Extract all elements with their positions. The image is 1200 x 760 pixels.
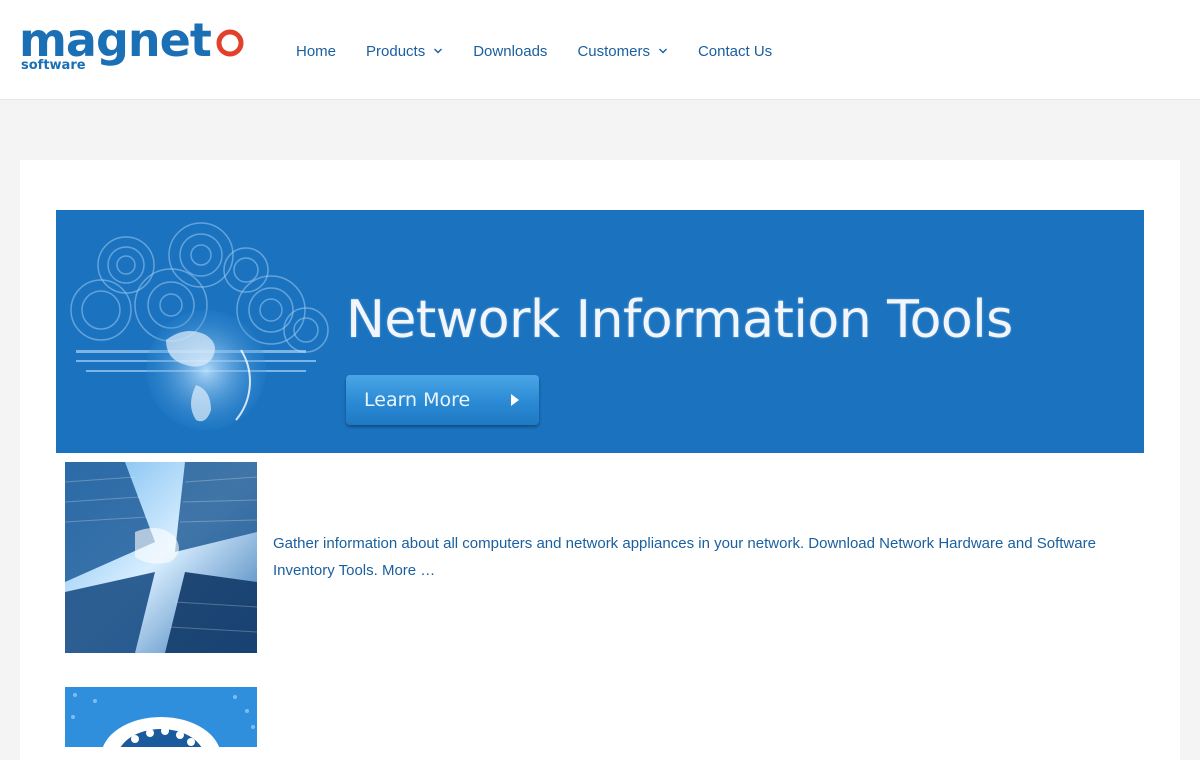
nav-item-products[interactable]: Products — [366, 43, 443, 60]
circuit-brain-icon — [65, 687, 257, 747]
chevron-down-icon — [658, 48, 667, 54]
nav-item-label: Contact Us — [697, 42, 773, 60]
nav-item-home[interactable]: Home — [296, 43, 336, 60]
feature-description: Gather information about all computers a… — [273, 530, 1133, 584]
hero-banner[interactable]: Network Information Tools Learn More — [56, 210, 1144, 453]
logo-subtitle: software — [21, 58, 86, 73]
nav-item-contact-us[interactable]: Contact Us — [698, 43, 772, 60]
city-skyscrapers-image[interactable] — [65, 462, 257, 653]
banner-title: Network Information Tools — [346, 290, 1013, 350]
learn-more-button[interactable]: Learn More — [346, 375, 539, 425]
city-skyscrapers-icon — [65, 462, 257, 653]
nav-item-label: Products — [366, 42, 426, 60]
chevron-down-icon — [434, 48, 443, 54]
content-card: Network Information Tools Learn More Gat… — [20, 160, 1180, 760]
circuit-brain-image[interactable] — [65, 687, 257, 747]
nav-item-label: Customers — [577, 42, 650, 60]
nav-item-label: Downloads — [473, 42, 548, 60]
globe-icon — [70, 222, 329, 430]
more-link[interactable]: More … — [382, 562, 435, 579]
site-header: magnet software Home Products Downloads … — [0, 0, 1200, 100]
site-logo[interactable]: magnet software — [19, 13, 249, 76]
play-arrow-icon — [511, 394, 519, 406]
logo-ring-icon — [216, 29, 244, 57]
main-nav: Home Products Downloads Customers Contac… — [281, 40, 787, 62]
nav-item-customers[interactable]: Customers — [577, 43, 668, 60]
nav-item-label: Home — [296, 42, 337, 60]
nav-item-downloads[interactable]: Downloads — [473, 43, 547, 60]
learn-more-label: Learn More — [364, 389, 471, 411]
